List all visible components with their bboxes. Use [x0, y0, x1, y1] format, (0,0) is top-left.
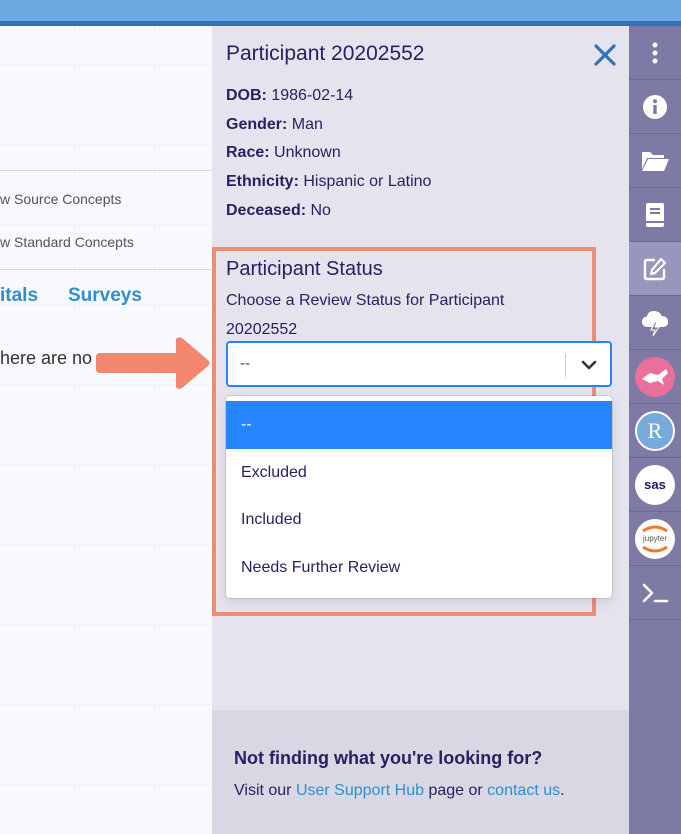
edit-icon — [643, 257, 667, 280]
select-separator — [565, 353, 566, 377]
contact-us-link[interactable]: contact us — [487, 782, 560, 799]
more-menu-button[interactable] — [629, 26, 681, 80]
book-icon — [646, 202, 664, 227]
rstudio-button[interactable]: R — [629, 404, 681, 458]
r-icon: R — [635, 410, 675, 451]
divider — [0, 170, 212, 171]
option-included[interactable]: Included — [226, 496, 612, 544]
standard-concepts-option[interactable]: w Standard Concepts — [0, 234, 134, 250]
data-browser-button[interactable] — [629, 134, 681, 188]
side-rail: R sas jupyter — [629, 26, 681, 834]
option-excluded[interactable]: Excluded — [226, 449, 612, 497]
cromwell-icon — [635, 356, 675, 397]
sas-icon: sas — [635, 464, 675, 505]
pointer-arrow-icon — [96, 337, 210, 389]
help-title: Not finding what you're looking for? — [234, 748, 543, 768]
select-value: -- — [240, 355, 250, 372]
participant-panel: Participant 20202552 DOB: 1986-02-14 Gen… — [212, 26, 629, 834]
dob-field: DOB: 1986-02-14 — [226, 87, 354, 104]
background-page: w Source Concepts w Standard Concepts it… — [0, 26, 212, 834]
cloud-lightning-icon — [642, 310, 668, 336]
info-icon — [643, 94, 667, 119]
notebook-button[interactable] — [629, 188, 681, 242]
option-none[interactable]: -- — [226, 401, 612, 449]
close-icon[interactable] — [590, 40, 620, 70]
status-dropdown-menu: -- Excluded Included Needs Further Revie… — [226, 396, 612, 598]
gender-field: Gender: Man — [226, 116, 323, 133]
tab-vitals[interactable]: itals — [0, 285, 38, 307]
terminal-icon — [642, 583, 669, 602]
chevron-down-icon[interactable] — [580, 357, 598, 373]
source-concepts-option[interactable]: w Source Concepts — [0, 191, 121, 207]
panel-title: Participant 20202552 — [226, 42, 425, 65]
folder-open-icon — [642, 151, 669, 171]
jupyter-icon: jupyter — [635, 518, 675, 559]
option-needs-further-review[interactable]: Needs Further Review — [226, 544, 612, 592]
cloud-environment-button[interactable] — [629, 296, 681, 350]
tab-surveys[interactable]: Surveys — [68, 285, 142, 307]
divider — [0, 269, 212, 270]
race-field: Race: Unknown — [226, 144, 341, 161]
help-text: Visit our User Support Hub page or conta… — [234, 782, 565, 799]
status-title: Participant Status — [226, 258, 383, 280]
top-bar — [0, 0, 681, 26]
info-button[interactable] — [629, 80, 681, 134]
review-status-select[interactable]: -- — [226, 341, 612, 387]
user-support-hub-link[interactable]: User Support Hub — [296, 782, 424, 799]
sas-button[interactable]: sas — [629, 458, 681, 512]
review-edit-button[interactable] — [629, 242, 681, 296]
terminal-button[interactable] — [629, 566, 681, 620]
jupyter-button[interactable]: jupyter — [629, 512, 681, 566]
empty-message: here are no — [0, 348, 93, 368]
cromwell-button[interactable] — [629, 350, 681, 404]
more-vertical-icon — [652, 42, 658, 63]
status-subtitle: Choose a Review Status for Participant 2… — [226, 292, 505, 338]
help-section: Not finding what you're looking for? Vis… — [212, 710, 629, 834]
ethnicity-field: Ethnicity: Hispanic or Latino — [226, 173, 432, 190]
deceased-field: Deceased: No — [226, 202, 331, 219]
